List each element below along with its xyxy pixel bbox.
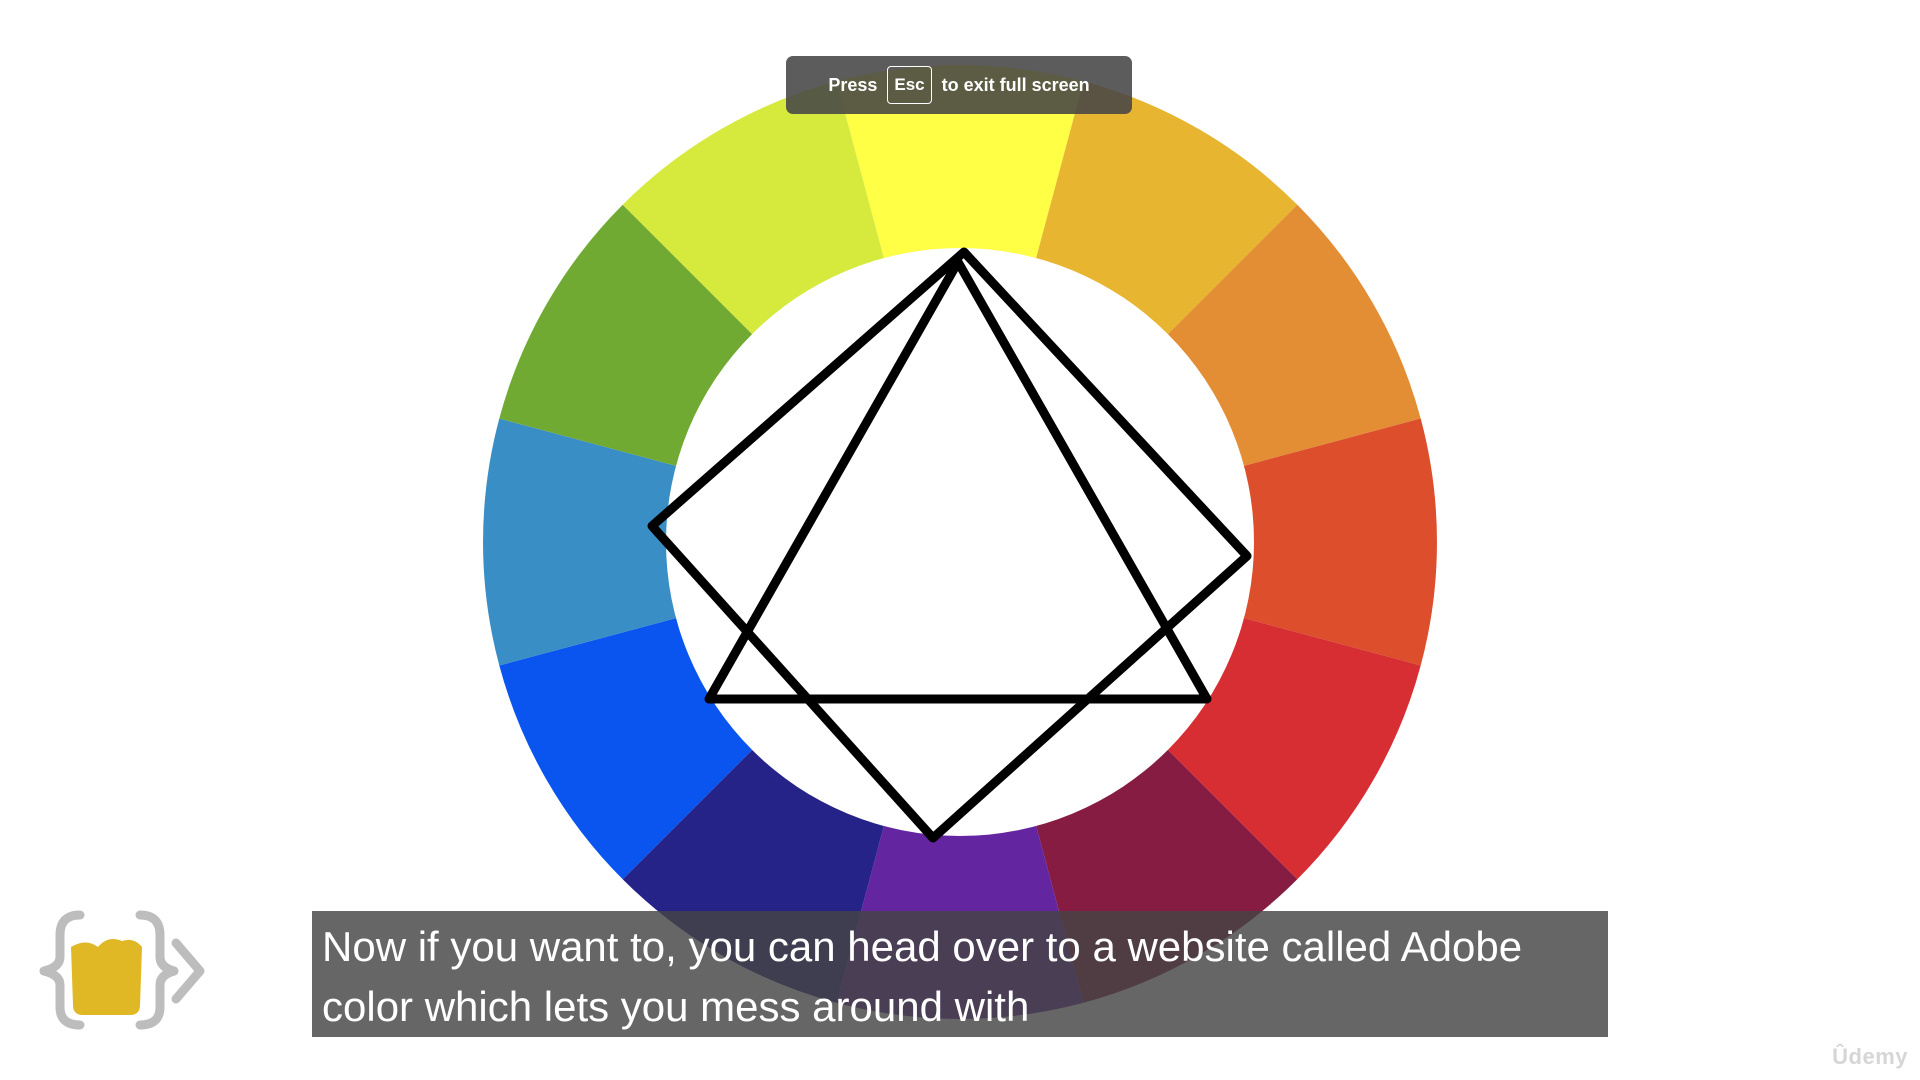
subtitle-line-1: Now if you want to, you can head over to… xyxy=(322,923,1523,970)
fullscreen-exit-notice: Press Esc to exit full screen xyxy=(786,56,1132,114)
esc-key-badge: Esc xyxy=(887,66,932,104)
notice-prefix: Press xyxy=(828,74,878,95)
video-frame: Press Esc to exit full screen Now if you… xyxy=(0,0,1920,1080)
subtitle-line-2: color which lets you mess around with xyxy=(322,983,1030,1030)
notice-suffix: to exit full screen xyxy=(941,74,1090,95)
udemy-watermark: Ûdemy xyxy=(1832,1044,1908,1069)
course-logo-icon xyxy=(39,910,205,1030)
subtitle-box: Now if you want to, you can head over to… xyxy=(312,911,1608,1037)
color-wheel-center xyxy=(666,248,1254,836)
